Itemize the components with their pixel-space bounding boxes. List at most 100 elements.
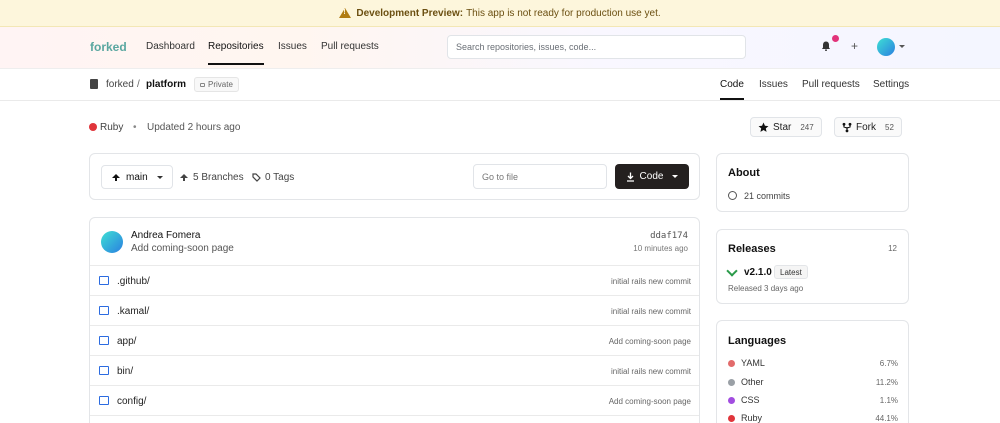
branch-icon xyxy=(180,174,188,181)
latest-commit[interactable]: Andrea Fomera Add coming-soon page ddaf1… xyxy=(90,218,699,266)
file-commit-message[interactable]: initial rails new commit xyxy=(611,367,691,376)
nav-dashboard[interactable]: Dashboard xyxy=(146,41,195,52)
new-item-button[interactable]: + xyxy=(851,39,858,53)
repo-icon xyxy=(90,79,98,89)
file-row[interactable]: app/ Add coming-soon page xyxy=(90,326,699,356)
language-color-dot xyxy=(89,123,97,131)
top-navigation: forked Dashboard Repositories Issues Pul… xyxy=(0,27,1000,69)
file-row[interactable]: bin/ initial rails new commit xyxy=(90,356,699,386)
fork-button[interactable]: Fork 52 xyxy=(834,117,902,137)
visibility-label: Private xyxy=(208,80,233,89)
warning-icon xyxy=(339,8,352,18)
updated-time: Updated 2 hours ago xyxy=(147,122,241,133)
banner-title: Development Preview: xyxy=(356,7,464,19)
file-name[interactable]: bin/ xyxy=(117,366,133,377)
release-date: Released 3 days ago xyxy=(728,284,804,293)
tags-link[interactable]: 0 Tags xyxy=(252,172,294,183)
tab-pull-requests[interactable]: Pull requests xyxy=(802,79,860,90)
breadcrumb-separator: / xyxy=(137,79,140,90)
releases-title[interactable]: Releases xyxy=(728,243,776,255)
commit-sha[interactable]: ddaf174 xyxy=(650,231,688,241)
global-search-input[interactable] xyxy=(447,35,746,59)
code-button[interactable]: Code xyxy=(615,164,689,189)
nav-repositories[interactable]: Repositories xyxy=(208,41,264,65)
code-button-label: Code xyxy=(639,171,664,182)
notification-badge xyxy=(832,35,839,42)
repo-name-link[interactable]: platform xyxy=(146,79,186,90)
branches-count: 5 Branches xyxy=(193,172,244,183)
file-commit-message[interactable]: initial rails new commit xyxy=(611,307,691,316)
chevron-down-icon xyxy=(156,175,163,179)
file-commit-message[interactable]: Add coming-soon page xyxy=(609,397,691,406)
chevron-down-icon[interactable] xyxy=(899,45,905,48)
branch-selector[interactable]: main xyxy=(101,165,173,189)
file-name[interactable]: config/ xyxy=(117,396,146,407)
about-title: About xyxy=(728,167,760,179)
file-commit-message[interactable]: initial rails new commit xyxy=(611,277,691,286)
star-count: 247 xyxy=(800,122,814,132)
banner-text: This app is not ready for production use… xyxy=(466,7,661,19)
file-list: Andrea Fomera Add coming-soon page ddaf1… xyxy=(89,217,700,423)
file-row[interactable]: .github/ initial rails new commit xyxy=(90,266,699,296)
file-toolbar: main 5 Branches 0 Tags Code xyxy=(89,153,700,200)
language-percent: 6.7% xyxy=(879,359,898,368)
file-row[interactable]: config/ Add coming-soon page xyxy=(90,386,699,416)
folder-icon xyxy=(99,276,109,285)
releases-panel: Releases 12 v2.1.0 Latest Released 3 day… xyxy=(716,229,909,304)
branch-name: main xyxy=(126,171,148,183)
nav-issues[interactable]: Issues xyxy=(278,41,307,52)
go-to-file-input[interactable] xyxy=(473,164,607,189)
nav-pull-requests[interactable]: Pull requests xyxy=(321,41,379,52)
language-name: Ruby xyxy=(741,413,763,423)
visibility-badge: Private xyxy=(194,77,239,92)
chevron-down-icon xyxy=(672,175,679,178)
folder-icon xyxy=(99,306,109,315)
language-dot xyxy=(728,360,735,367)
star-icon xyxy=(758,122,769,132)
language-dot xyxy=(728,379,735,386)
release-version[interactable]: v2.1.0 xyxy=(744,267,772,278)
repo-owner-link[interactable]: forked xyxy=(106,79,134,90)
clock-icon xyxy=(728,191,737,200)
app-logo[interactable]: forked xyxy=(90,40,127,54)
lock-icon xyxy=(200,82,205,87)
commit-author[interactable]: Andrea Fomera xyxy=(131,230,200,241)
tags-count: 0 Tags xyxy=(265,172,295,183)
file-row[interactable]: .kamal/ initial rails new commit xyxy=(90,296,699,326)
star-button[interactable]: Star 247 xyxy=(750,117,822,137)
folder-icon xyxy=(99,336,109,345)
folder-icon xyxy=(99,366,109,375)
language-row: Other 11.2% xyxy=(728,376,898,390)
language-percent: 1.1% xyxy=(879,396,898,405)
commit-message[interactable]: Add coming-soon page xyxy=(131,243,234,254)
languages-title: Languages xyxy=(728,335,787,347)
languages-panel: Languages YAML 6.7% Other 11.2% CSS 1.1%… xyxy=(716,320,909,423)
commits-link[interactable]: 21 commits xyxy=(744,191,790,201)
language-row: CSS 1.1% xyxy=(728,394,898,408)
user-avatar[interactable] xyxy=(877,38,895,56)
repo-header: forked / platform Private Code Issues Pu… xyxy=(0,69,1000,101)
bell-icon[interactable] xyxy=(821,41,831,51)
meta-separator: • xyxy=(133,122,137,133)
language-percent: 44.1% xyxy=(875,414,898,423)
file-commit-message[interactable]: Add coming-soon page xyxy=(609,337,691,346)
tab-code[interactable]: Code xyxy=(720,79,744,100)
file-name[interactable]: .kamal/ xyxy=(117,306,149,317)
language-row: Ruby 44.1% xyxy=(728,412,898,423)
star-label: Star xyxy=(773,121,792,133)
release-tag-icon xyxy=(726,265,738,277)
tab-issues[interactable]: Issues xyxy=(759,79,788,90)
language-percent: 11.2% xyxy=(875,378,898,387)
repo-language: Ruby xyxy=(100,122,124,133)
file-name[interactable]: app/ xyxy=(117,336,136,347)
branches-link[interactable]: 5 Branches xyxy=(179,172,244,183)
fork-icon xyxy=(842,122,852,132)
language-dot xyxy=(728,415,735,422)
fork-count: 52 xyxy=(885,122,894,132)
fork-label: Fork xyxy=(856,121,876,133)
tab-settings[interactable]: Settings xyxy=(873,79,909,90)
language-name: CSS xyxy=(741,395,760,405)
language-dot xyxy=(728,397,735,404)
file-name[interactable]: .github/ xyxy=(117,276,150,287)
about-panel: About 21 commits xyxy=(716,153,909,212)
